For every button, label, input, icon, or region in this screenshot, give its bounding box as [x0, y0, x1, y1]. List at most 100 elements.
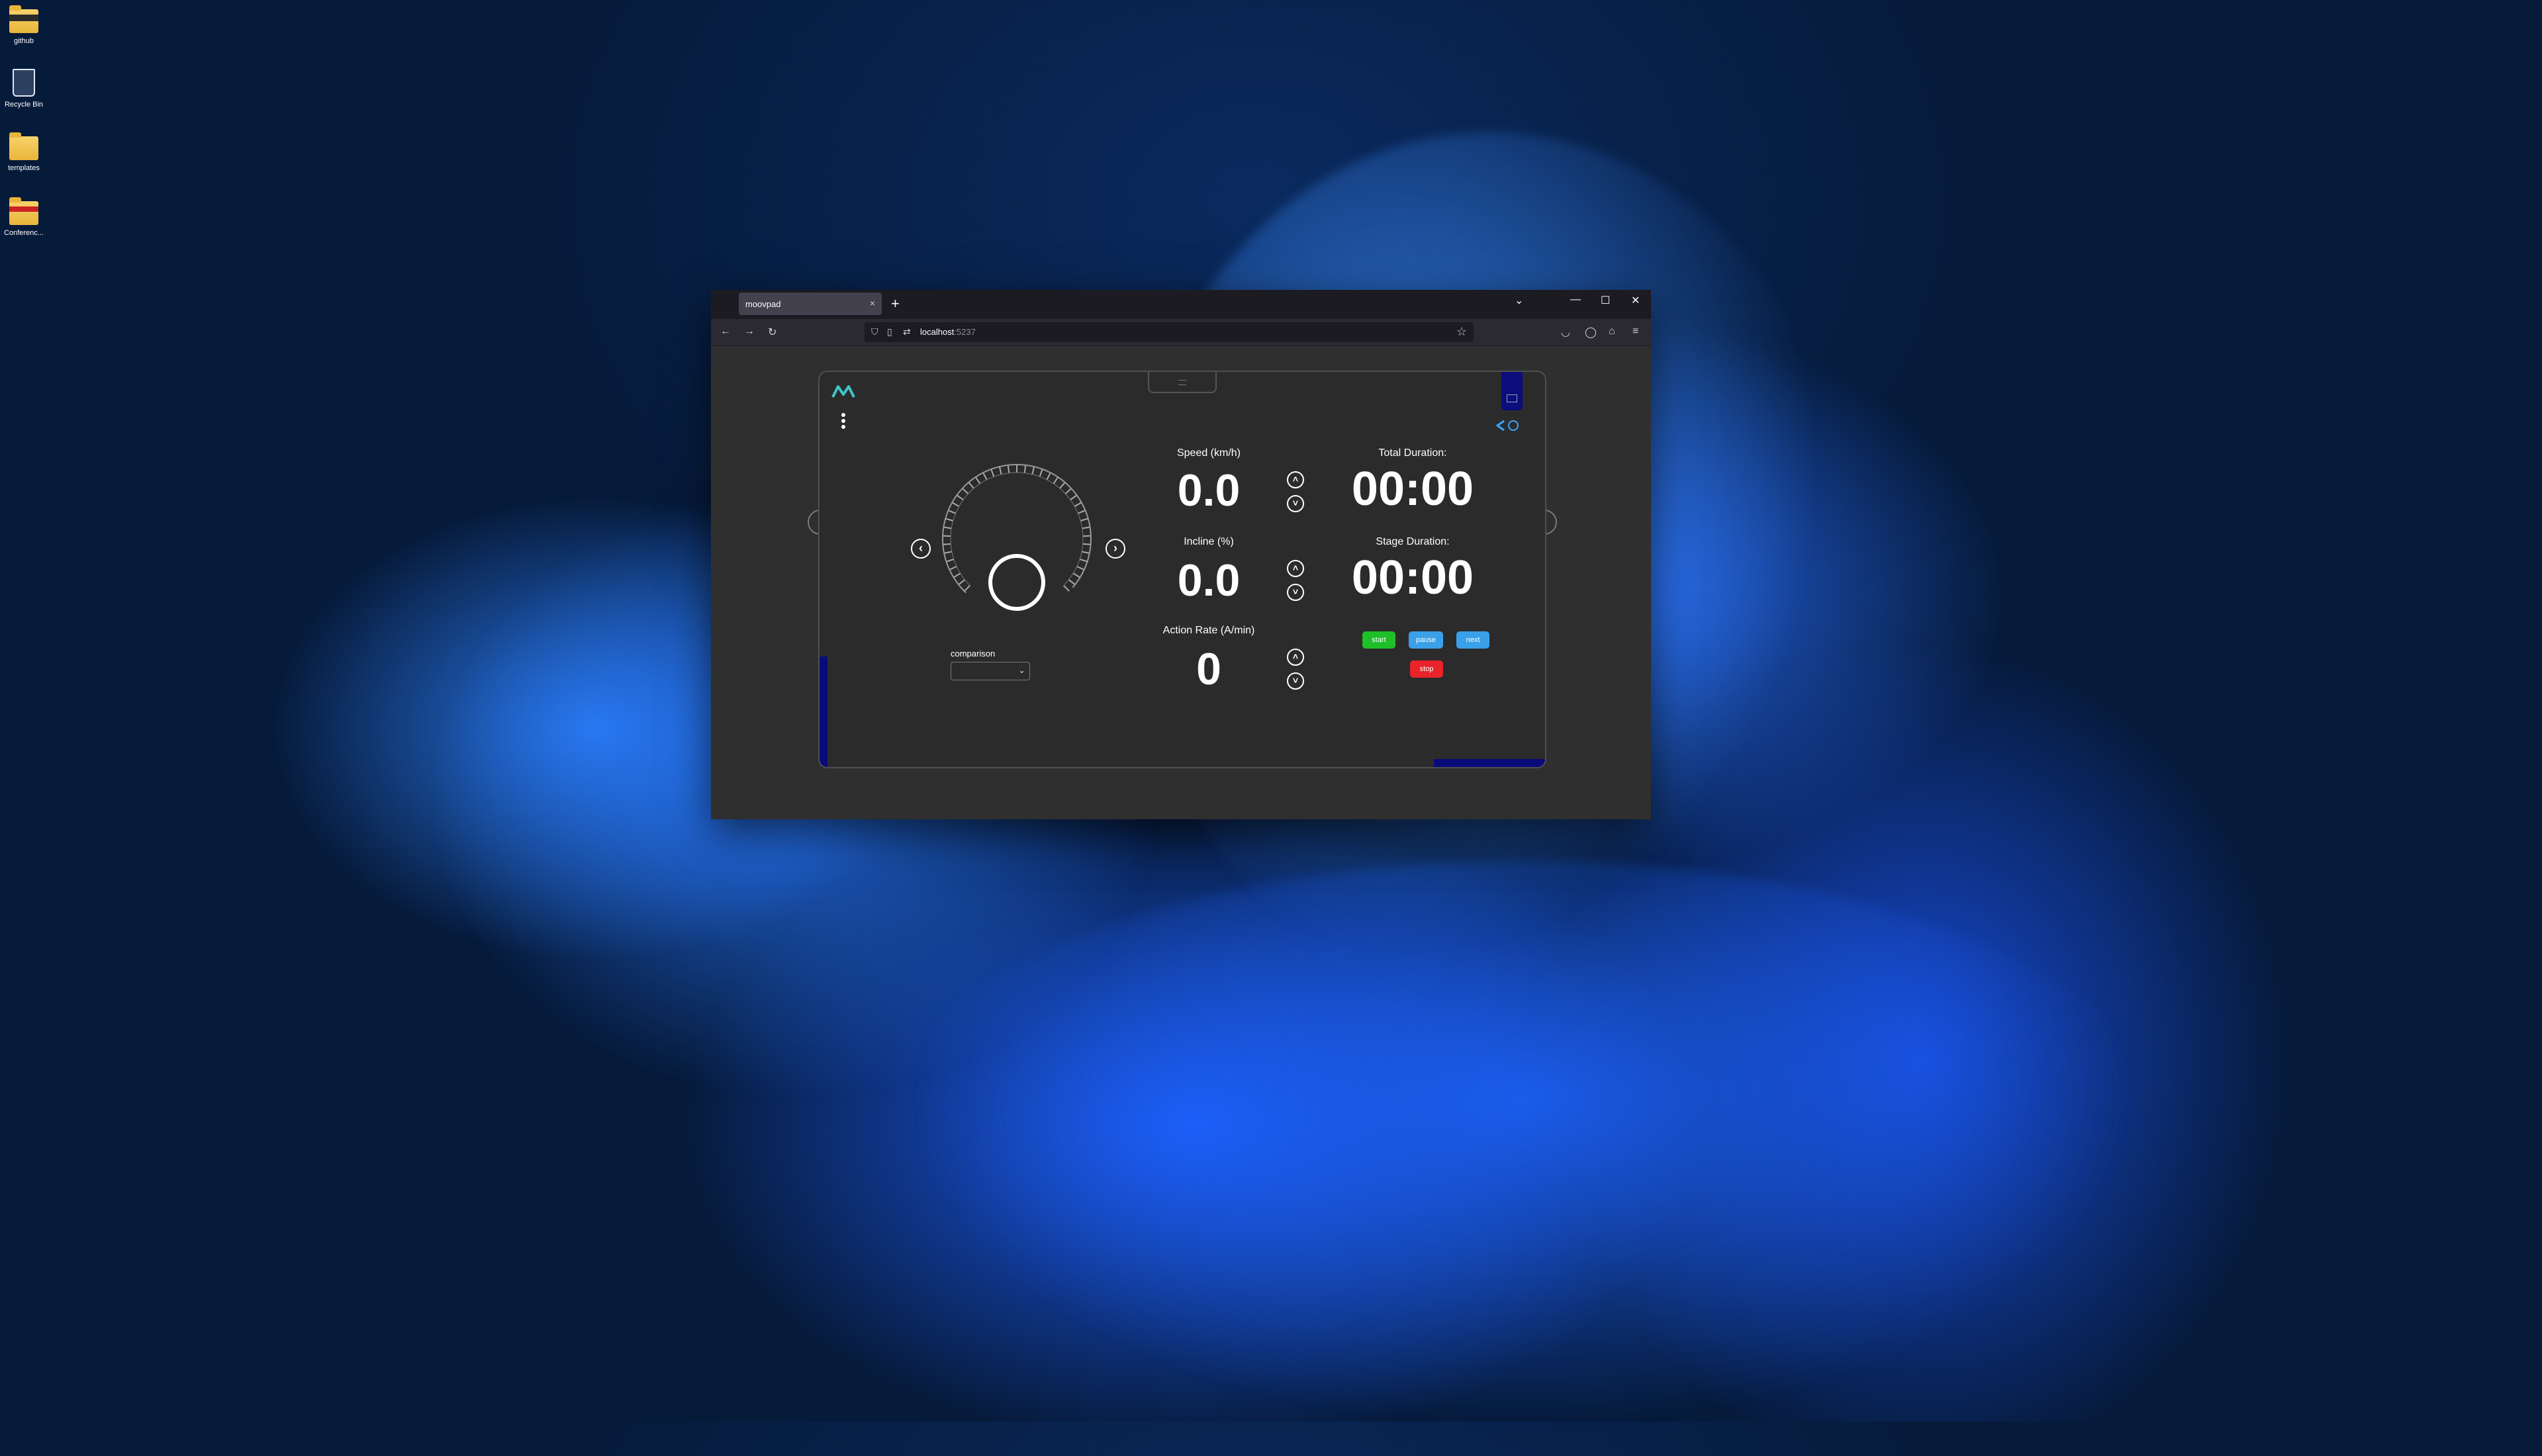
drawer-handle[interactable]: [1148, 372, 1217, 393]
pause-button[interactable]: pause: [1409, 631, 1443, 649]
moovpad-logo-icon: [831, 384, 855, 398]
dial-tick: [1060, 482, 1065, 488]
speed-down-button[interactable]: ˅: [1287, 495, 1304, 512]
minimize-icon[interactable]: —: [1570, 294, 1581, 306]
comparison-label: comparison: [951, 649, 995, 659]
desktop-icon-github[interactable]: github: [0, 9, 48, 45]
dial-tick: [1082, 527, 1090, 528]
dial-tick: [1077, 567, 1084, 570]
page-viewport: ‹ › ‹ › comparison ⌄: [711, 346, 1651, 819]
dial-tick: [949, 510, 956, 514]
dial-tick: [1064, 586, 1069, 591]
dial-next-button[interactable]: ›: [1106, 539, 1125, 559]
desktop-icon-label: Conferenc...: [0, 229, 48, 237]
connection-icon[interactable]: [1496, 418, 1523, 432]
url-bar[interactable]: ⛉ ▯ ⇄ localhost:5237 ☆: [865, 322, 1474, 342]
dial-tick: [1073, 573, 1080, 577]
dial-tick: [954, 573, 961, 577]
dial-tick: [1080, 559, 1087, 562]
dial-tick: [963, 488, 968, 494]
close-window-icon[interactable]: ✕: [1631, 294, 1640, 307]
dial-tick: [1000, 467, 1002, 475]
dial-tick: [1008, 465, 1009, 473]
start-button[interactable]: start: [1362, 631, 1395, 649]
dial-tick: [1032, 467, 1034, 475]
dial-tick: [1047, 473, 1050, 480]
maximize-icon[interactable]: ☐: [1601, 294, 1610, 307]
speed-label: Speed (km/h): [1143, 447, 1275, 459]
dial-tick: [1083, 544, 1091, 545]
desktop-icon-label: github: [0, 37, 48, 45]
dial-tick: [943, 527, 951, 528]
desktop-icon-label: Recycle Bin: [0, 101, 48, 109]
dial-tick: [946, 559, 953, 562]
action-rate-up-button[interactable]: ˄: [1287, 649, 1304, 666]
dial-tick: [968, 482, 974, 488]
desktop-icon-templates[interactable]: templates: [0, 136, 48, 172]
dial-tick: [991, 469, 994, 477]
total-duration-label: Total Duration:: [1327, 447, 1499, 459]
incline-value: 0.0: [1143, 555, 1275, 606]
action-rate-down-button[interactable]: ˅: [1287, 672, 1304, 690]
total-duration-value: 00:00: [1327, 462, 1499, 516]
speed-value: 0.0: [1143, 465, 1275, 516]
dial-tick: [944, 552, 952, 553]
left-level-bar: [820, 657, 827, 767]
kebab-menu-icon[interactable]: [841, 413, 845, 431]
desktop-icon-conference[interactable]: Conferenc...: [0, 201, 48, 237]
dial-tick: [1054, 477, 1059, 484]
account-icon[interactable]: ◯: [1585, 326, 1597, 339]
dial-tick: [1074, 502, 1081, 506]
speed-up-button[interactable]: ˄: [1287, 471, 1304, 488]
dial-prev-button[interactable]: ‹: [911, 539, 931, 559]
dial-tick: [1069, 580, 1075, 584]
shield-icon[interactable]: ⛉: [871, 326, 878, 338]
reload-icon[interactable]: ↻: [768, 326, 777, 339]
url-text[interactable]: localhost:5237: [920, 327, 976, 337]
pocket-icon[interactable]: ◡: [1561, 326, 1570, 339]
side-panel-tab[interactable]: [1501, 372, 1523, 410]
forward-icon[interactable]: →: [744, 326, 755, 338]
next-button[interactable]: next: [1456, 631, 1489, 649]
permissions-icon[interactable]: ⇄: [903, 326, 911, 338]
menu-icon[interactable]: ≡: [1632, 326, 1638, 338]
dial-tick: [1078, 510, 1085, 514]
bookmark-star-icon[interactable]: ☆: [1456, 325, 1467, 339]
incline-label: Incline (%): [1143, 536, 1275, 548]
dial-tick: [957, 495, 963, 500]
tab-bar: moovpad × + ⌄ — ☐ ✕: [711, 290, 1651, 319]
recycle-bin-icon: [13, 69, 35, 97]
incline-down-button[interactable]: ˅: [1287, 584, 1304, 601]
device-icon: [1507, 394, 1517, 402]
page-icon[interactable]: ▯: [887, 326, 892, 338]
extensions-icon[interactable]: ⌂: [1609, 326, 1615, 338]
list-tabs-icon[interactable]: ⌄: [1515, 294, 1523, 307]
dial-tick: [1040, 469, 1043, 477]
stage-duration-value: 00:00: [1327, 551, 1499, 605]
desktop-icon-recycle-bin[interactable]: Recycle Bin: [0, 69, 48, 109]
dial-tick: [976, 477, 980, 484]
dial-tick: [945, 519, 953, 521]
back-icon[interactable]: ←: [720, 326, 731, 338]
dial-tick: [983, 473, 986, 480]
dial-tick: [1070, 495, 1077, 500]
speed-dial[interactable]: [931, 453, 1103, 625]
dial-tick: [1065, 488, 1071, 494]
bottom-level-bar: [1434, 759, 1545, 767]
wallpaper-swirl: [861, 860, 2185, 1456]
action-rate-value: 0: [1143, 643, 1275, 695]
new-tab-button[interactable]: +: [891, 295, 900, 312]
desktop-icon-label: templates: [0, 164, 48, 172]
tab-close-icon[interactable]: ×: [870, 298, 875, 308]
comparison-select[interactable]: ⌄: [951, 662, 1030, 680]
stage-duration-label: Stage Duration:: [1327, 536, 1499, 548]
tab-moovpad[interactable]: moovpad ×: [739, 293, 882, 315]
dial-tick: [949, 567, 957, 570]
stop-button[interactable]: stop: [1410, 660, 1443, 678]
folder-icon: [9, 9, 38, 33]
chevron-down-icon: ⌄: [1018, 665, 1025, 676]
dial-tick: [1082, 552, 1090, 553]
app-card: ‹ › comparison ⌄ Speed (km/h) 0.0 ˄ ˅ In…: [818, 371, 1546, 768]
incline-up-button[interactable]: ˄: [1287, 560, 1304, 577]
dial-tick: [959, 580, 965, 584]
